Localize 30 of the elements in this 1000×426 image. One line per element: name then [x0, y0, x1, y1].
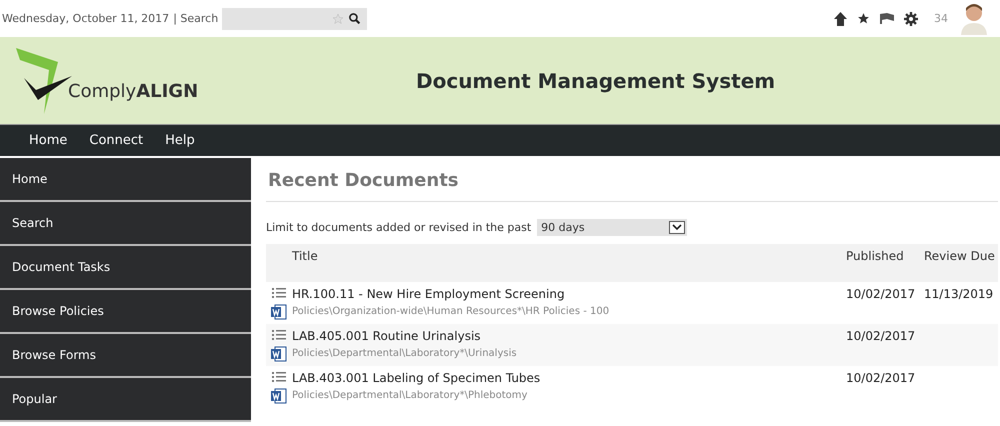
sidebar-item[interactable]: Popular: [0, 378, 251, 422]
notification-count: 34: [934, 12, 948, 25]
sidebar-item[interactable]: Home: [0, 158, 251, 202]
filter-label: Limit to documents added or revised in the past: [266, 221, 532, 234]
document-title-link[interactable]: LAB.403.001 Labeling of Specimen Tubes: [292, 371, 846, 385]
published-date: 10/02/2017: [846, 371, 916, 385]
document-title-link[interactable]: HR.100.11 - New Hire Employment Screening: [292, 287, 846, 301]
nav-link[interactable]: Connect: [78, 133, 154, 148]
sidebar-item[interactable]: Document Tasks: [0, 246, 251, 290]
page-title: Document Management System: [416, 68, 776, 92]
document-path: Policies\Departmental\Laboratory*\Phlebotomy: [292, 390, 528, 401]
date-text: Wednesday, October 11, 2017: [2, 12, 170, 25]
period-dropdown[interactable]: 90 days: [537, 219, 688, 236]
review-due-date: 11/13/2019: [924, 287, 994, 301]
document-title-link[interactable]: LAB.405.001 Routine Urinalysis: [292, 329, 846, 343]
search-label: | Search: [173, 12, 218, 25]
published-date: 10/02/2017: [846, 329, 916, 343]
column-header: Published: [846, 249, 904, 263]
document-path: Policies\Organization-wide\Human Resources*\HR Policies - 100: [292, 306, 610, 317]
published-date: 10/02/2017: [846, 287, 916, 301]
logo-text: ComplyALIGN: [68, 81, 198, 102]
nav-link[interactable]: Home: [18, 133, 78, 148]
sidebar-item[interactable]: Search: [0, 202, 251, 246]
document-path: Policies\Departmental\Laboratory*\Urinalysis: [292, 348, 518, 359]
sidebar-item[interactable]: Browse Forms: [0, 334, 251, 378]
column-header: Review Due: [924, 249, 995, 263]
sidebar-item[interactable]: Browse Policies: [0, 290, 251, 334]
nav-link[interactable]: Help: [154, 133, 206, 148]
section-heading: Recent Documents: [266, 164, 998, 202]
column-header: Title: [292, 249, 318, 263]
